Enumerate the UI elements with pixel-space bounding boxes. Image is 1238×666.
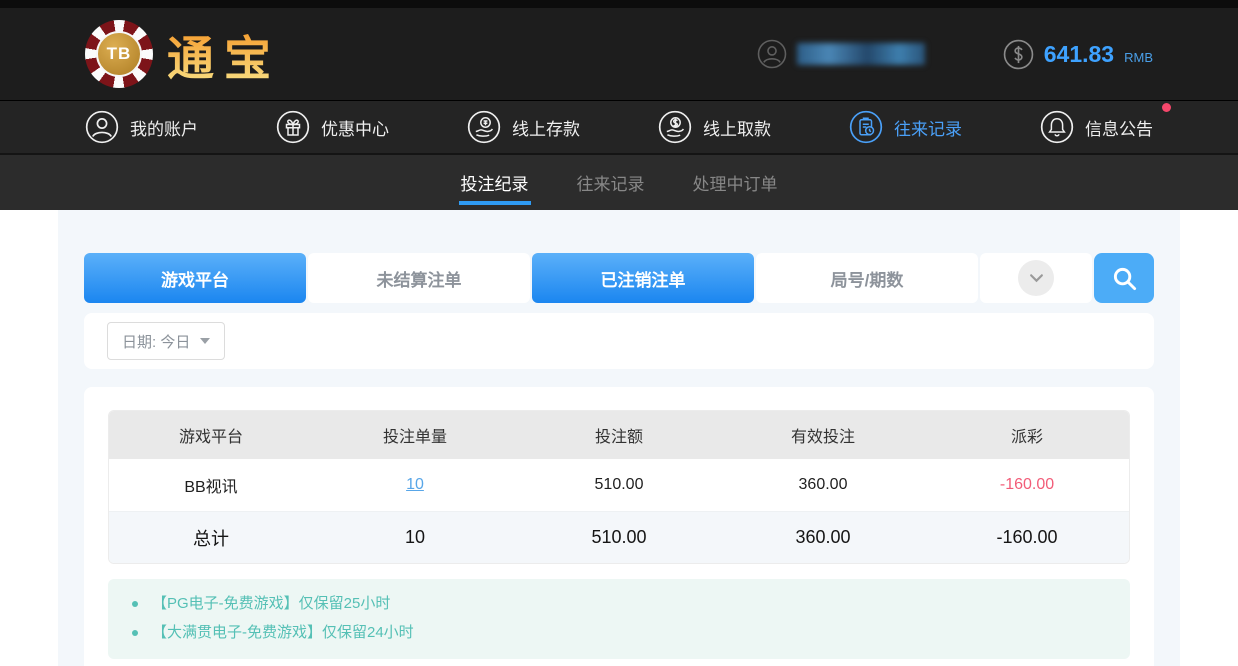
column-header-payout: 派彩: [925, 411, 1129, 459]
note-item: 【大满贯电子-免费游戏】仅保留24小时: [108, 618, 1130, 647]
main-nav: 我的账户 优惠中心 线上存款 线上取款: [0, 100, 1238, 153]
withdraw-icon: [658, 110, 692, 144]
caret-down-icon: [200, 338, 210, 344]
content-panel: 游戏平台 未结算注单 已注销注单 局号/期数 日期: 今日: [58, 210, 1180, 666]
retention-notes: 【PG电子-免费游戏】仅保留25小时 【大满贯电子-免费游戏】仅保留24小时: [108, 579, 1130, 659]
nav-item-my-account[interactable]: 我的账户: [85, 110, 198, 144]
nav-item-label: 线上取款: [703, 115, 771, 140]
filter-row: 游戏平台 未结算注单 已注销注单 局号/期数: [84, 253, 1154, 303]
nav-item-withdraw[interactable]: 线上取款: [658, 110, 771, 144]
bet-summary-card: 游戏平台 投注单量 投注额 有效投注 派彩 BB视讯 10 510.00: [84, 387, 1154, 666]
poker-chip-logo-icon: TB: [85, 20, 153, 88]
table-row: BB视讯 10 510.00 360.00 -160.00: [109, 459, 1129, 511]
tab-bet-records[interactable]: 投注纪录: [459, 155, 531, 210]
cell-valid-bet: 360.00: [721, 459, 925, 511]
total-payout: -160.00: [925, 511, 1129, 563]
nav-item-label: 往来记录: [894, 115, 962, 140]
nav-item-transaction-records[interactable]: 往来记录: [849, 110, 962, 144]
filter-round-number-button[interactable]: 局号/期数: [756, 253, 978, 303]
tab-pending-orders[interactable]: 处理中订单: [691, 155, 780, 210]
table-total-row: 总计 10 510.00 360.00 -160.00: [109, 511, 1129, 563]
nav-item-label: 优惠中心: [321, 115, 389, 140]
filter-unsettled-button[interactable]: 未结算注单: [308, 253, 530, 303]
bet-summary-table: 游戏平台 投注单量 投注额 有效投注 派彩 BB视讯 10 510.00: [109, 411, 1129, 563]
records-subnav: 投注纪录 往来记录 处理中订单: [0, 153, 1238, 210]
search-button[interactable]: [1094, 253, 1154, 303]
expand-filters-button[interactable]: [980, 253, 1092, 303]
user-avatar-icon: [757, 39, 787, 69]
column-header-valid-bet: 有效投注: [721, 411, 925, 459]
column-header-bet-amount: 投注额: [517, 411, 721, 459]
date-dropdown-label: 日期: 今日: [122, 331, 190, 352]
site-logo[interactable]: TB 通宝: [85, 20, 281, 89]
nav-item-deposit[interactable]: 线上存款: [467, 110, 580, 144]
total-valid-bet: 360.00: [721, 511, 925, 563]
nav-item-announcements[interactable]: 信息公告: [1040, 110, 1153, 144]
total-bet-amount: 510.00: [517, 511, 721, 563]
balance-currency: RMB: [1124, 50, 1153, 65]
records-icon: [849, 110, 883, 144]
date-dropdown[interactable]: 日期: 今日: [107, 322, 225, 360]
nav-item-label: 线上存款: [512, 115, 580, 140]
total-bet-count: 10: [313, 511, 517, 563]
nav-item-label: 我的账户: [130, 115, 198, 140]
gift-icon: [276, 110, 310, 144]
table-header-row: 游戏平台 投注单量 投注额 有效投注 派彩: [109, 411, 1129, 459]
notification-badge-dot: [1162, 103, 1171, 112]
username-blurred: [797, 43, 925, 65]
column-header-platform: 游戏平台: [109, 411, 313, 459]
date-filter-card: 日期: 今日: [84, 313, 1154, 369]
cell-bet-count: 10: [313, 459, 517, 511]
nav-item-label: 信息公告: [1085, 115, 1153, 140]
bet-count-link[interactable]: 10: [406, 476, 424, 493]
top-header: TB 通宝 641.83 RMB: [0, 0, 1238, 100]
cell-bet-amount: 510.00: [517, 459, 721, 511]
total-label: 总计: [109, 511, 313, 563]
tab-transaction-records[interactable]: 往来记录: [575, 155, 647, 210]
nav-item-promotions[interactable]: 优惠中心: [276, 110, 389, 144]
note-item: 【PG电子-免费游戏】仅保留25小时: [108, 589, 1130, 618]
user-icon: [85, 110, 119, 144]
balance-display: 641.83 RMB: [1003, 39, 1153, 70]
logo-badge: TB: [96, 31, 142, 77]
filter-game-platform-button[interactable]: 游戏平台: [84, 253, 306, 303]
chevron-circle: [1018, 260, 1054, 296]
search-icon: [1111, 265, 1138, 292]
chevron-down-icon: [1029, 273, 1044, 283]
filter-cancelled-button[interactable]: 已注销注单: [532, 253, 754, 303]
bell-icon: [1040, 110, 1074, 144]
balance-amount: 641.83: [1044, 41, 1114, 68]
cell-platform: BB视讯: [109, 459, 313, 511]
bet-summary-table-wrap: 游戏平台 投注单量 投注额 有效投注 派彩 BB视讯 10 510.00: [108, 410, 1130, 564]
header-right: 641.83 RMB: [757, 39, 1153, 70]
column-header-bet-count: 投注单量: [313, 411, 517, 459]
site-title: 通宝: [167, 20, 281, 89]
deposit-icon: [467, 110, 501, 144]
cell-payout: -160.00: [925, 459, 1129, 511]
user-account[interactable]: [757, 39, 925, 69]
dollar-coin-icon: [1003, 39, 1034, 70]
